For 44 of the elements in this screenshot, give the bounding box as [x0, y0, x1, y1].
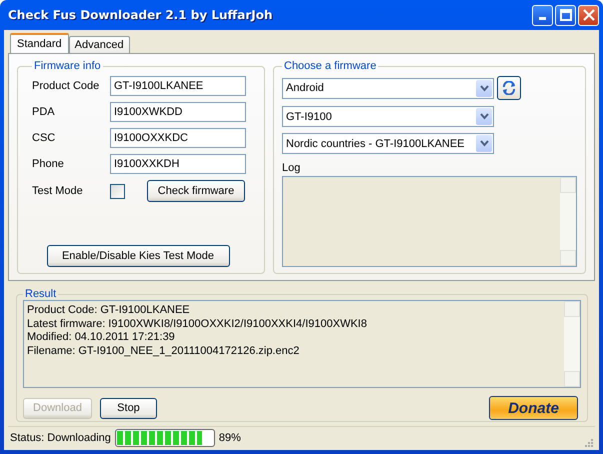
kies-test-mode-button[interactable]: Enable/Disable Kies Test Mode [46, 245, 230, 267]
result-line: Modified: 04.10.2011 17:21:39 [27, 331, 176, 344]
chevron-down-icon [480, 140, 488, 147]
chevron-down-icon [480, 113, 488, 120]
field-label: CSC [32, 132, 56, 144]
maximize-icon [560, 9, 572, 21]
resize-grip-icon [583, 437, 593, 447]
minimize-button[interactable] [532, 4, 553, 26]
input-field[interactable]: GT-I9100LKANEE [110, 76, 246, 96]
checkbox[interactable] [110, 184, 125, 198]
log-label: Log [282, 162, 302, 174]
dropdown[interactable]: Android [282, 78, 494, 98]
tab[interactable]: Standard [10, 33, 69, 53]
scrollbar[interactable] [560, 177, 576, 266]
status-text: Status: Downloading [10, 432, 111, 444]
progress-percent: 89% [218, 432, 241, 444]
input-field[interactable]: I9100OXXKDC [110, 128, 246, 148]
group-title: Firmware info [33, 60, 102, 72]
group-title: Choose a firmware [283, 60, 378, 72]
refresh-icon [502, 81, 516, 95]
maximize-button[interactable] [555, 4, 576, 26]
group-title: Result [24, 288, 58, 300]
chevron-down-icon [480, 84, 488, 92]
dropdown[interactable]: GT-I9100 [282, 106, 494, 127]
field-label: Product Code [32, 80, 100, 92]
donate-button[interactable]: Donate [489, 396, 578, 420]
field-label: PDA [32, 106, 56, 118]
window-title: Check Fus Downloader 2.1 by LuffarJoh [8, 8, 273, 22]
input-field[interactable]: I9100XXKDH [110, 154, 246, 174]
close-button[interactable] [578, 4, 599, 26]
minimize-icon [539, 17, 546, 20]
scrollbar[interactable] [564, 301, 580, 387]
result-line: Filename: GT-I9100_NEE_1_20111004172126.zip.enc2 [27, 344, 300, 358]
result-line: Product Code: GT-I9100LKANEE [27, 304, 191, 318]
refresh-button[interactable] [497, 76, 521, 100]
field-label: Test Mode [32, 185, 84, 197]
dropdown[interactable]: Nordic countries - GT-I9100LKANEE [282, 133, 494, 154]
field-label: Phone [32, 158, 65, 170]
close-icon [582, 9, 594, 21]
input-field[interactable]: I9100XWKDD [110, 102, 246, 122]
result-line: Latest firmware: I9100XWKI8/I9100OXXKI2/I9100XXKI4/I9100XWKI8 [27, 318, 367, 331]
check-firmware-button[interactable]: Check firmware [147, 180, 245, 202]
stop-button[interactable]: Stop [100, 398, 157, 418]
tab[interactable]: Advanced [68, 36, 130, 53]
